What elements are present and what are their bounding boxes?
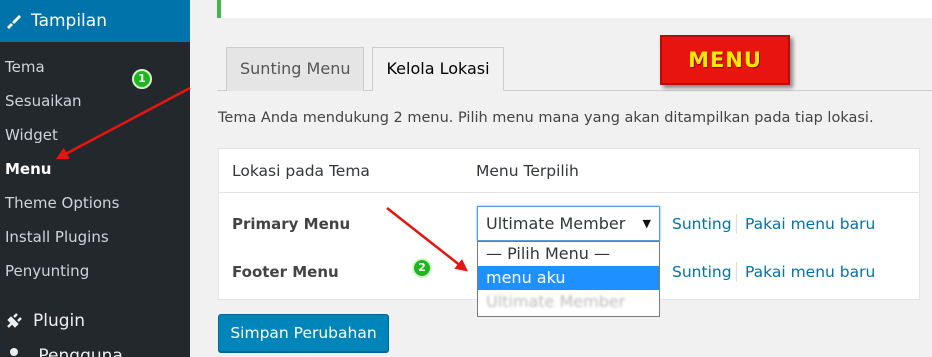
menu-overlay-badge: MENU — [660, 35, 790, 85]
sidebar-item-penyunting[interactable]: Penyunting — [0, 254, 190, 288]
step-2-badge: 2 — [412, 258, 432, 278]
primary-edit-link[interactable]: Sunting — [672, 215, 732, 233]
main-content: Sunting Menu Kelola Lokasi MENU Tema And… — [190, 0, 932, 357]
notice-bar — [217, 0, 932, 18]
sidebar-item-tema[interactable]: Tema — [0, 50, 190, 84]
admin-sidebar: Tampilan Tema Sesuaikan Widget Menu Them… — [0, 0, 190, 357]
sidebar-plugin-label: Plugin — [33, 311, 86, 331]
sidebar-section-label: Tampilan — [31, 11, 107, 31]
tab-edit-menu[interactable]: Sunting Menu — [226, 47, 365, 91]
sidebar-item-install-plugins[interactable]: Install Plugins — [0, 220, 190, 254]
page-description: Tema Anda mendukung 2 menu. Pilih menu m… — [218, 110, 874, 126]
save-changes-button[interactable]: Simpan Perubahan — [218, 314, 389, 352]
users-icon — [5, 346, 23, 357]
footer-edit-link[interactable]: Sunting — [672, 263, 732, 281]
sidebar-item-menu[interactable]: Menu — [0, 152, 190, 186]
sidebar-item-next[interactable]: Pengguna — [0, 346, 190, 357]
dropdown-option-highlighted[interactable]: menu aku — [478, 266, 659, 290]
select-value: Ultimate Member — [486, 214, 626, 233]
row-label-primary: Primary Menu — [232, 215, 351, 233]
row-label-footer: Footer Menu — [232, 263, 339, 281]
dropdown-caret-icon: ▼ — [642, 217, 651, 230]
locations-table: Lokasi pada Tema Menu Terpilih Primary M… — [218, 148, 920, 317]
link-separator — [736, 214, 737, 234]
step-1-badge: 1 — [132, 69, 152, 89]
sidebar-item-plugin[interactable]: Plugin — [0, 302, 190, 340]
sidebar-submenu: Tema Sesuaikan Widget Menu Theme Options… — [0, 50, 190, 288]
dropdown-option[interactable]: — Pilih Menu — — [478, 242, 659, 266]
plugin-icon — [5, 312, 23, 330]
nav-tabs: Sunting Menu Kelola Lokasi — [226, 47, 512, 91]
paintbrush-icon — [5, 13, 21, 29]
menu-overlay-label: MENU — [688, 48, 762, 72]
sidebar-section-appearance[interactable]: Tampilan — [0, 0, 190, 42]
table-header: Lokasi pada Tema Menu Terpilih — [219, 149, 919, 193]
menu-dropdown-list: — Pilih Menu — menu aku Ultimate Member — [477, 241, 660, 317]
primary-new-menu-link[interactable]: Pakai menu baru — [745, 215, 875, 233]
sidebar-item-widget[interactable]: Widget — [0, 118, 190, 152]
sidebar-item-theme-options[interactable]: Theme Options — [0, 186, 190, 220]
header-selected-menu: Menu Terpilih — [476, 162, 579, 180]
header-location: Lokasi pada Tema — [232, 162, 370, 180]
footer-new-menu-link[interactable]: Pakai menu baru — [745, 263, 875, 281]
primary-menu-select[interactable]: Ultimate Member ▼ — [477, 206, 660, 241]
link-separator — [736, 262, 737, 282]
tab-manage-locations[interactable]: Kelola Lokasi — [372, 47, 504, 91]
sidebar-next-label: Pengguna — [38, 346, 123, 357]
dropdown-option[interactable]: Ultimate Member — [478, 290, 659, 314]
sidebar-item-sesuaikan[interactable]: Sesuaikan — [0, 84, 190, 118]
